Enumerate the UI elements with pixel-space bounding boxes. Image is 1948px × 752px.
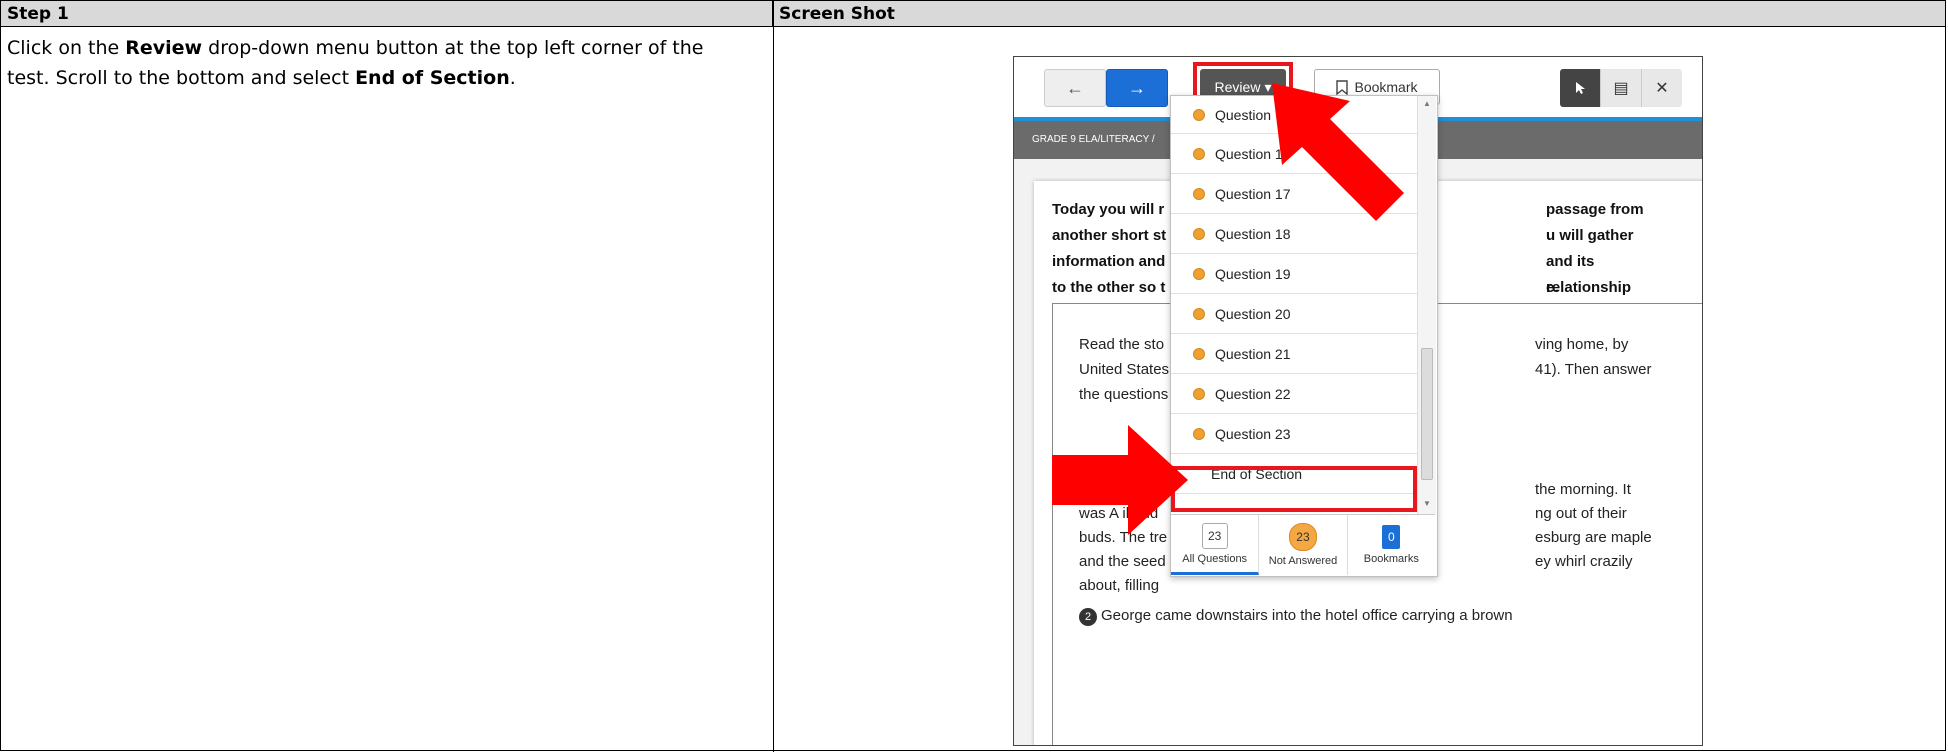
unanswered-dot-icon	[1193, 267, 1205, 280]
arrow-left-icon: ←	[1066, 77, 1084, 98]
unanswered-dot-icon	[1193, 147, 1205, 160]
question-item[interactable]: Question 23	[1171, 414, 1417, 454]
close-icon: ✕	[1655, 80, 1669, 97]
question-item[interactable]: Question 19	[1171, 254, 1417, 294]
scroll-up-icon[interactable]: ▲	[1418, 96, 1436, 112]
header-step: Step 1	[1, 1, 773, 27]
unanswered-dot-icon	[1193, 347, 1205, 360]
unanswered-dot-icon	[1193, 427, 1205, 440]
close-tool-button[interactable]: ✕	[1641, 69, 1682, 107]
scrollbar-thumb[interactable]	[1421, 348, 1433, 480]
all-questions-label: All Questions	[1182, 552, 1248, 565]
back-button[interactable]: ←	[1044, 69, 1106, 107]
tab-bookmarks[interactable]: 0 Bookmarks	[1348, 515, 1435, 575]
arrow-to-review-icon	[1272, 83, 1404, 221]
arrow-to-end-of-section-icon	[1052, 425, 1188, 535]
bookmarks-label: Bookmarks	[1363, 553, 1419, 565]
screenshot-frame: ← → Review ▾ Bookmark ▤ ✕ GRADE 9 ELA/LI…	[1013, 56, 1703, 746]
unanswered-dot-icon	[1193, 187, 1205, 200]
question-item[interactable]: Question 20	[1171, 294, 1417, 334]
tool-group: ▤ ✕	[1560, 69, 1682, 107]
dropdown-scrollbar[interactable]: ▲ ▼	[1417, 96, 1436, 514]
not-answered-count: 23	[1288, 523, 1317, 551]
end-of-section-highlight-box	[1171, 466, 1417, 512]
question-item[interactable]: Question 22	[1171, 374, 1417, 414]
question-item[interactable]: Question 21	[1171, 334, 1417, 374]
not-answered-label: Not Answered	[1268, 555, 1338, 567]
forward-button[interactable]: →	[1106, 69, 1168, 107]
notes-tool-button[interactable]: ▤	[1600, 69, 1641, 107]
pointer-tool-button[interactable]	[1560, 69, 1600, 107]
all-questions-count: 23	[1201, 522, 1228, 549]
tab-not-answered[interactable]: 23 Not Answered	[1259, 515, 1348, 575]
passage-paragraph-3: 2 George came downstairs into the hotel o…	[1079, 604, 1699, 628]
cursor-icon	[1576, 82, 1585, 94]
unanswered-dot-icon	[1193, 108, 1205, 121]
scroll-down-icon[interactable]: ▼	[1418, 496, 1436, 512]
bookmarks-count: 0	[1382, 525, 1401, 549]
arrow-right-icon: →	[1128, 77, 1146, 98]
notes-icon: ▤	[1613, 80, 1629, 97]
instruction-text: Click on the Review drop-down menu butto…	[7, 37, 704, 89]
dropdown-filter-tabs: 23 All Questions 23 Not Answered 0 Bookm…	[1171, 514, 1435, 575]
unanswered-dot-icon	[1193, 227, 1205, 240]
unanswered-dot-icon	[1193, 387, 1205, 400]
paragraph-number: 2	[1079, 608, 1097, 626]
unanswered-dot-icon	[1193, 307, 1205, 320]
header-screen-shot: Screen Shot	[773, 1, 1945, 27]
column-divider	[773, 1, 774, 752]
